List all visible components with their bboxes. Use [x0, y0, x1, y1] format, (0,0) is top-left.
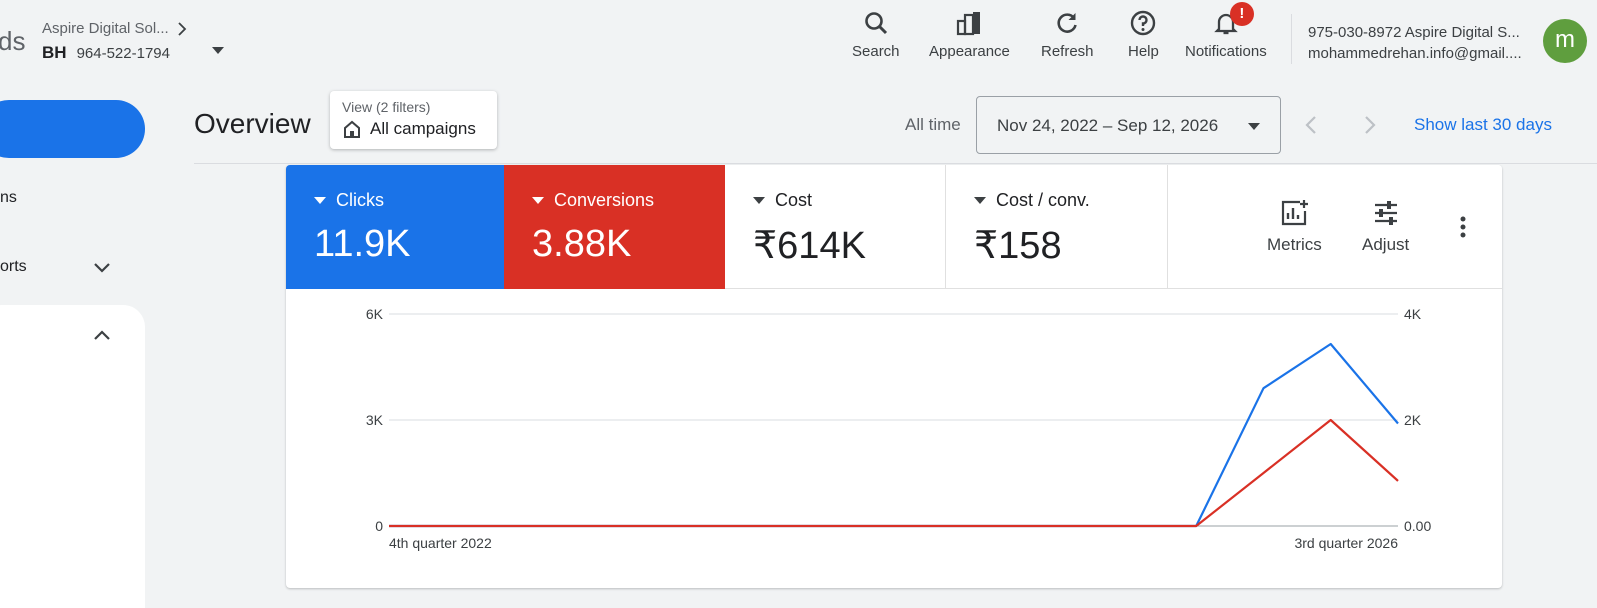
refresh-label: Refresh [1041, 43, 1094, 60]
scorecard-name: Cost / conv. [996, 190, 1090, 210]
metrics-icon [1282, 200, 1309, 226]
dropdown-caret-icon [753, 197, 765, 204]
scorecard-name: Conversions [554, 190, 655, 210]
search-button[interactable]: Search [852, 10, 900, 74]
sidebar-item-reports[interactable]: orts [0, 258, 27, 276]
dropdown-caret-icon[interactable] [212, 47, 224, 54]
scorecard-tools: Metrics Adjust [1168, 165, 1502, 289]
date-range-picker[interactable]: Nov 24, 2022 – Sep 12, 2026 [976, 96, 1281, 154]
chevron-right-icon [178, 21, 186, 36]
google-ads-overview: ds Aspire Digital Sol... BH 964-522-1794… [0, 0, 1597, 608]
help-button[interactable]: Help [1128, 10, 1159, 74]
scorecard-value: 11.9K [314, 223, 411, 265]
title-divider [194, 163, 1597, 164]
adjust-button[interactable]: Adjust [1362, 199, 1409, 255]
scorecard-header: Conversions [532, 190, 654, 211]
account-code: BH [42, 43, 67, 62]
x-tick-label: 4th quarter 2022 [389, 535, 492, 551]
chevron-left-icon[interactable] [1300, 113, 1322, 137]
notifications-button[interactable]: ! Notifications [1185, 2, 1267, 74]
view-name: All campaigns [370, 119, 476, 138]
scorecard-cost[interactable]: Cost ₹614K [725, 165, 946, 289]
product-logo-fragment[interactable]: ds [0, 26, 25, 57]
view-name-row: All campaigns [342, 119, 497, 139]
scorecard-header: Cost / conv. [974, 190, 1090, 211]
metrics-label: Metrics [1267, 235, 1322, 254]
sidebar-active-item[interactable] [0, 100, 145, 158]
account-name-row: Aspire Digital Sol... [42, 20, 187, 37]
y-left-tick-label: 6K [366, 306, 384, 322]
metrics-button[interactable]: Metrics [1267, 199, 1322, 255]
page-title: Overview [194, 108, 311, 139]
user-email: mohammedrehan.info@gmail.... [1308, 45, 1522, 62]
x-tick-label: 3rd quarter 2026 [1294, 535, 1398, 551]
search-label: Search [852, 43, 900, 60]
sidebar-expanded-section [0, 305, 145, 608]
scorecard-value: ₹158 [974, 225, 1062, 267]
chevron-down-icon[interactable] [92, 257, 112, 277]
y-right-tick-label: 0.00 [1404, 518, 1431, 534]
view-selector[interactable]: View (2 filters) All campaigns [330, 91, 497, 149]
notification-badge: ! [1229, 2, 1254, 26]
top-header: ds Aspire Digital Sol... BH 964-522-1794… [0, 0, 1597, 84]
notifications-label: Notifications [1185, 43, 1267, 60]
refresh-icon [1057, 13, 1078, 33]
date-preset-label: All time [905, 115, 961, 134]
more-vert-icon[interactable] [1460, 215, 1466, 239]
scorecard-header: Clicks [314, 190, 384, 211]
y-left-tick-label: 3K [366, 412, 384, 428]
scorecard-value: 3.88K [532, 223, 632, 265]
sidebar-item-campaigns[interactable]: ns [0, 189, 17, 207]
user-account-info[interactable]: 975-030-8972 Aspire Digital S... mohamme… [1308, 22, 1538, 64]
scorecard-clicks[interactable]: Clicks 11.9K [286, 165, 504, 289]
series-line-conversions [389, 418, 1399, 528]
header-divider [1291, 14, 1292, 64]
adjust-label: Adjust [1362, 235, 1410, 254]
chevron-right-icon[interactable] [1359, 113, 1381, 137]
scorecard-name: Clicks [336, 190, 384, 210]
performance-line-chart: 0 3K 6K 0.00 2K 4K 4th quarter 2022 3rd quarter… [366, 306, 1432, 551]
dropdown-caret-icon [314, 197, 326, 204]
dropdown-caret-icon [974, 197, 986, 204]
refresh-button[interactable]: Refresh [1041, 10, 1094, 74]
appearance-button[interactable]: Appearance [929, 10, 1010, 74]
scorecard-conversions[interactable]: Conversions 3.88K [504, 165, 725, 289]
show-last-30-days-link[interactable]: Show last 30 days [1414, 115, 1552, 135]
adjust-icon [1374, 201, 1397, 225]
account-id-row: BH 964-522-1794 [42, 43, 224, 63]
scorecard-name: Cost [775, 190, 813, 210]
account-name: Aspire Digital Sol... [42, 20, 169, 37]
help-icon [1131, 10, 1156, 36]
series-line-clicks [389, 342, 1399, 528]
appearance-label: Appearance [929, 43, 1010, 60]
scorecard-header: Cost [753, 190, 812, 211]
view-filters-label: View (2 filters) [342, 99, 431, 115]
dropdown-caret-icon [532, 197, 544, 204]
y-right-tick-label: 4K [1404, 306, 1422, 322]
chevron-up-icon[interactable] [92, 326, 112, 346]
scorecard-value: ₹614K [753, 225, 866, 267]
scorecard-cost-per-conversion[interactable]: Cost / conv. ₹158 [946, 165, 1168, 289]
help-label: Help [1128, 43, 1159, 60]
account-switcher[interactable]: Aspire Digital Sol... BH 964-522-1794 [42, 20, 224, 63]
date-range-value: Nov 24, 2022 – Sep 12, 2026 [997, 116, 1219, 135]
avatar[interactable]: m [1543, 19, 1587, 63]
search-icon [864, 12, 887, 35]
y-right-tick-label: 2K [1404, 412, 1422, 428]
home-icon [344, 120, 360, 138]
appearance-icon [957, 12, 981, 36]
overview-card: Clicks 11.9K Conversions 3.88K Cost ₹614… [286, 165, 1502, 588]
y-left-tick-label: 0 [375, 518, 383, 534]
user-account-line: 975-030-8972 Aspire Digital S... [1308, 24, 1520, 41]
dropdown-caret-icon [1248, 123, 1260, 130]
account-id: 964-522-1794 [76, 44, 170, 62]
